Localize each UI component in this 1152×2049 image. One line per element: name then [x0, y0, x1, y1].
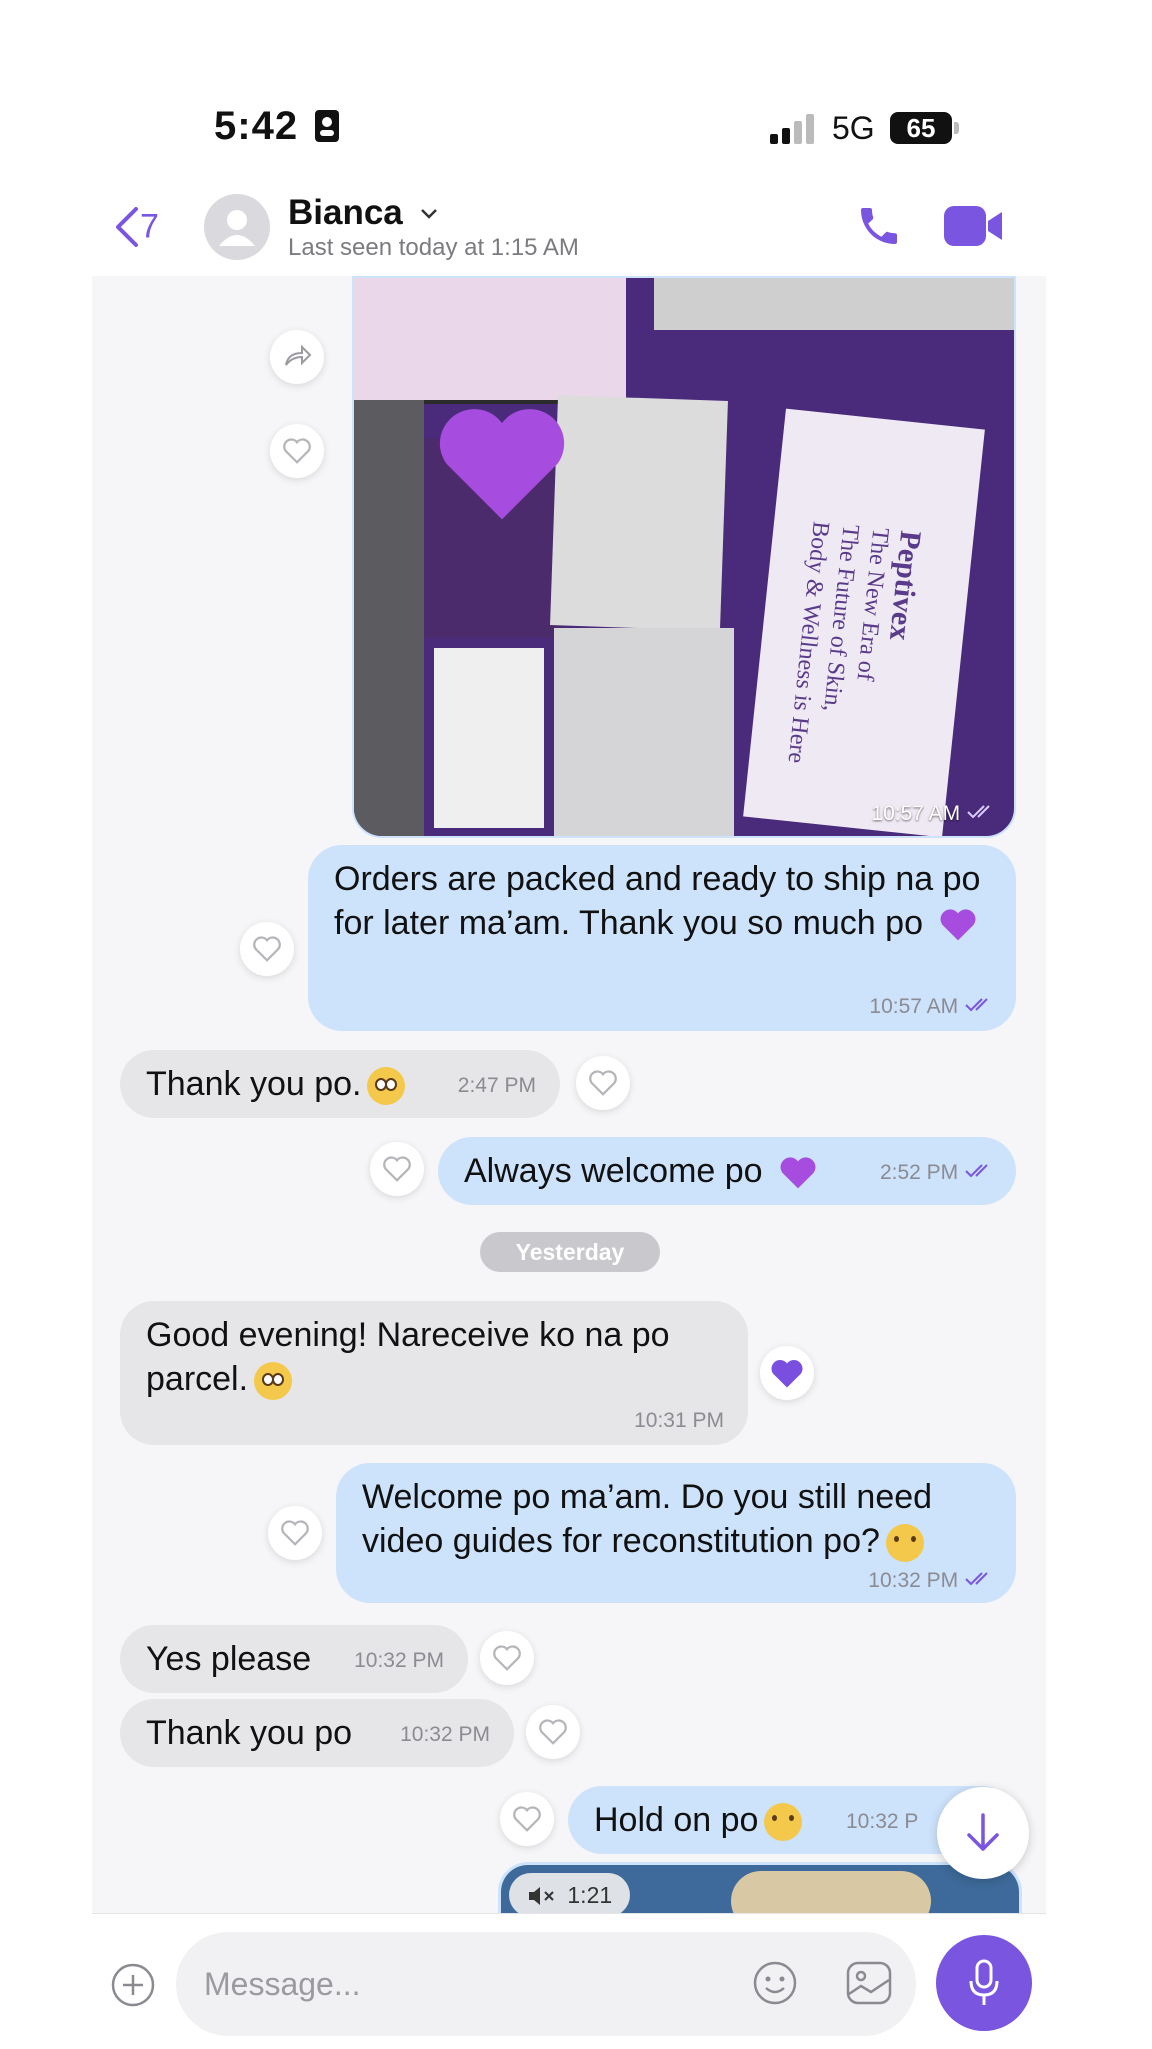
message-time: 10:32 PM — [354, 1649, 444, 1672]
react-heart-button[interactable] — [480, 1631, 534, 1685]
battery-icon: 65 — [890, 112, 952, 144]
smiling-emoji — [885, 1524, 924, 1563]
phone-in-photo — [354, 278, 626, 404]
react-heart-button[interactable] — [576, 1056, 630, 1110]
message-bubble-incoming[interactable]: Yes please 10:32 PM — [120, 1625, 468, 1693]
heart-filled-icon — [771, 1360, 803, 1388]
network-type: 5G — [832, 110, 875, 146]
message-bubble-incoming[interactable]: Thank you po 10:32 PM — [120, 1699, 514, 1767]
double-check-icon — [965, 1164, 988, 1178]
message-time: 10:31 PM — [634, 1409, 724, 1432]
message-time: 2:52 PM — [880, 1161, 996, 1185]
chevron-left-icon — [116, 207, 138, 247]
message-text: Always welcome po — [464, 1149, 818, 1193]
double-check-icon — [967, 805, 990, 819]
add-attachment-button[interactable] — [110, 1962, 156, 2008]
gray-table-in-photo — [354, 400, 424, 836]
avatar[interactable] — [204, 194, 270, 260]
gallery-button[interactable] — [845, 1960, 893, 2006]
forward-button[interactable] — [270, 330, 324, 384]
photo-time: 10:57 AM — [871, 802, 998, 826]
message-time: 2:47 PM — [457, 1074, 536, 1097]
video-call-button[interactable] — [944, 204, 1004, 248]
rolling-eyes-emoji — [254, 1362, 293, 1401]
message-text: Welcome po ma’am. Do you still need vide… — [362, 1475, 1002, 1563]
brochure-in-photo: Peptivex The New Era of The Future of Sk… — [743, 408, 985, 836]
message-bubble-outgoing[interactable]: Always welcome po 2:52 PM — [438, 1137, 1016, 1205]
message-time: 10:57 AM — [869, 995, 996, 1019]
message-input[interactable] — [176, 1932, 916, 2036]
white-box-in-photo — [654, 278, 1014, 330]
message-text: Hold on po — [594, 1798, 803, 1842]
heart-outline-icon — [281, 1520, 309, 1546]
share-arrow-icon — [285, 345, 312, 366]
heart-outline-icon — [283, 438, 311, 464]
react-heart-button[interactable] — [526, 1705, 580, 1759]
scroll-to-bottom-button[interactable] — [937, 1787, 1029, 1879]
message-text: Thank you po — [146, 1714, 353, 1752]
message-text: Orders are packed and ready to ship na p… — [334, 860, 981, 942]
packet-2-in-photo — [554, 628, 734, 836]
message-bubble-outgoing[interactable]: Orders are packed and ready to ship na p… — [308, 845, 1016, 1031]
photo-message[interactable]: Peptivex The New Era of The Future of Sk… — [352, 276, 1016, 838]
video-duration-badge: 1:21 — [509, 1873, 631, 1913]
microphone-icon — [969, 1959, 999, 2005]
heart-outline-icon — [539, 1719, 567, 1745]
heart-outline-icon — [383, 1156, 411, 1182]
contact-card-icon — [315, 110, 340, 142]
video-thumbnail-content — [731, 1871, 931, 1913]
message-text: Good evening! Nareceive ko na po parcel. — [146, 1313, 716, 1401]
back-button[interactable]: 7 — [114, 205, 174, 255]
last-seen: Last seen today at 1:15 AM — [288, 234, 579, 261]
react-heart-button[interactable] — [240, 922, 294, 976]
day-separator: Yesterday — [480, 1232, 660, 1272]
purple-heart-emoji — [780, 1157, 816, 1189]
message-time: 10:32 P — [846, 1810, 919, 1833]
message-bubble-incoming[interactable]: Good evening! Nareceive ko na po parcel.… — [120, 1301, 748, 1445]
react-heart-button[interactable] — [270, 424, 324, 478]
heart-outline-icon — [493, 1645, 521, 1671]
heart-outline-icon — [589, 1070, 617, 1096]
status-time: 5:42 — [214, 104, 340, 149]
muted-speaker-icon — [529, 1887, 554, 1905]
chevron-down-icon — [420, 209, 437, 219]
message-time: 10:32 PM — [400, 1723, 490, 1746]
smiling-emoji — [764, 1803, 803, 1842]
contact-name[interactable]: Bianca — [288, 193, 439, 233]
packet-1-in-photo — [550, 395, 728, 631]
battery-tip — [954, 122, 959, 134]
message-text: Thank you po. — [146, 1062, 406, 1106]
reaction-heart-filled[interactable] — [760, 1346, 814, 1400]
react-heart-button[interactable] — [500, 1792, 554, 1846]
message-bubble-outgoing[interactable]: Welcome po ma’am. Do you still need vide… — [336, 1463, 1016, 1603]
react-heart-button[interactable] — [370, 1142, 424, 1196]
double-check-icon — [965, 1572, 988, 1586]
packet-3-in-photo — [434, 648, 544, 828]
chat-area[interactable]: Peptivex The New Era of The Future of Sk… — [92, 276, 1046, 1913]
message-bubble-incoming[interactable]: Thank you po. 2:47 PM — [120, 1050, 560, 1118]
voice-message-button[interactable] — [936, 1935, 1032, 2031]
heart-outline-icon — [513, 1806, 541, 1832]
heart-outline-icon — [253, 936, 281, 962]
phone-call-button[interactable] — [855, 202, 903, 250]
unread-count: 7 — [140, 207, 159, 246]
arrow-down-icon — [967, 1813, 999, 1851]
purple-heart-sticker — [439, 409, 565, 520]
react-heart-button[interactable] — [268, 1506, 322, 1560]
message-text: Yes please — [146, 1640, 312, 1678]
message-time: 10:32 PM — [868, 1569, 996, 1593]
photo-box-text: Peptivex The New Era of The Future of Sk… — [782, 520, 928, 765]
rolling-eyes-emoji — [367, 1067, 406, 1106]
double-check-icon — [965, 998, 988, 1012]
purple-heart-emoji — [941, 909, 976, 941]
person-icon — [219, 210, 255, 246]
video-message[interactable]: 1:21 — [498, 1862, 1022, 1913]
signal-icon — [770, 114, 814, 144]
sticker-button[interactable] — [752, 1960, 798, 2006]
